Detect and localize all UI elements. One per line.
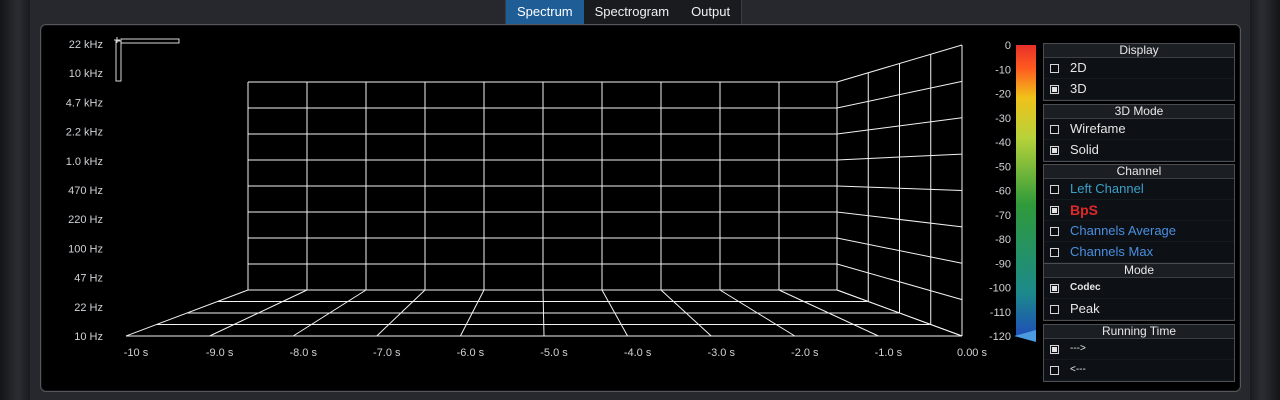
display-group-title: Display: [1044, 44, 1234, 58]
checkbox-icon[interactable]: [1050, 64, 1059, 73]
db-tick-label: 0: [1005, 40, 1011, 52]
option-left-channel[interactable]: Left Channel: [1044, 179, 1234, 200]
time-tick-label: -5.0 s: [540, 347, 568, 359]
option-label: Channels Max: [1070, 244, 1154, 259]
frequency-tick-label: 47 Hz: [74, 273, 103, 285]
option-label: Codec: [1070, 282, 1101, 293]
option-label: Solid: [1070, 142, 1099, 157]
level-meter-bar: [1016, 45, 1036, 336]
option-backward[interactable]: <---: [1044, 360, 1234, 381]
option-wireframe[interactable]: Wirefame: [1044, 119, 1234, 140]
frequency-axis: 22 kHz 10 kHz 4.7 kHz 2.2 kHz 1.0 kHz 470 Hz 2…: [66, 39, 103, 343]
db-tick-label: -70: [995, 210, 1011, 222]
option-label: --->: [1070, 343, 1086, 354]
option-codec[interactable]: Codec: [1044, 278, 1234, 299]
option-label: Left Channel: [1070, 181, 1144, 196]
running-time-group-title: Running Time: [1044, 325, 1234, 339]
option-solid[interactable]: Solid: [1044, 140, 1234, 161]
time-tick-label: -6.0 s: [457, 347, 485, 359]
option-label: Channels Average: [1070, 223, 1177, 238]
frequency-tick-label: 10 Hz: [74, 331, 103, 343]
db-tick-label: -100: [989, 283, 1011, 295]
db-tick-label: -110: [990, 307, 1011, 319]
checkbox-icon[interactable]: [1050, 146, 1059, 155]
running-time-group: Running Time ---> <---: [1043, 324, 1235, 382]
option-label: Wirefame: [1070, 121, 1126, 136]
frequency-tick-label: 220 Hz: [68, 214, 103, 226]
db-tick-label: -30: [995, 113, 1011, 125]
checkbox-icon[interactable]: [1050, 305, 1059, 314]
view-cursor-icon[interactable]: [114, 37, 180, 82]
checkbox-icon[interactable]: [1050, 366, 1059, 375]
time-tick-label: -2.0 s: [791, 347, 819, 359]
checkbox-icon[interactable]: [1050, 345, 1059, 354]
option-channels-max[interactable]: Channels Max: [1044, 242, 1234, 263]
frequency-tick-label: 10 kHz: [69, 68, 103, 80]
frequency-tick-label: 1.0 kHz: [66, 156, 103, 168]
mode-group-title: Mode: [1044, 264, 1234, 278]
db-tick-label: -20: [995, 89, 1011, 101]
db-tick-label: -60: [995, 186, 1011, 198]
display-group: Display 2D 3D: [1043, 43, 1235, 101]
option-bps[interactable]: BpS: [1044, 200, 1234, 221]
checkbox-icon[interactable]: [1050, 85, 1059, 94]
channel-group-title: Channel: [1044, 165, 1234, 179]
time-tick-label: -4.0 s: [624, 347, 652, 359]
db-tick-label: -120: [989, 331, 1011, 343]
frequency-tick-label: 22 kHz: [69, 39, 103, 51]
checkbox-icon[interactable]: [1050, 227, 1059, 236]
time-axis: -10 s -9.0 s -8.0 s -7.0 s -6.0 s -5.0 s -4.0 …: [124, 347, 988, 359]
option-3d[interactable]: 3D: [1044, 79, 1234, 100]
time-tick-label: -8.0 s: [289, 347, 317, 359]
plot-grid: [125, 44, 963, 337]
frequency-tick-label: 22 Hz: [74, 302, 103, 314]
checkbox-icon[interactable]: [1050, 206, 1059, 215]
time-tick-label: 0.00 s: [957, 347, 987, 359]
3d-mode-group-title: 3D Mode: [1044, 105, 1234, 119]
db-tick-label: -10: [995, 64, 1011, 76]
db-tick-label: -50: [995, 161, 1011, 173]
checkbox-icon[interactable]: [1050, 125, 1059, 134]
option-label: 3D: [1070, 81, 1087, 96]
checkbox-icon[interactable]: [1050, 284, 1059, 293]
frequency-tick-label: 470 Hz: [68, 185, 103, 197]
time-tick-label: -10 s: [124, 347, 149, 359]
mode-group: Mode Codec Peak: [1043, 263, 1235, 321]
frequency-tick-label: 100 Hz: [68, 243, 103, 255]
3d-mode-group: 3D Mode Wirefame Solid: [1043, 104, 1235, 162]
time-tick-label: -9.0 s: [206, 347, 234, 359]
level-meter: 0 -10 -20 -30 -40 -50 -60 -70 -80 -90 -100 -110 -120: [989, 40, 1036, 343]
time-tick-label: -7.0 s: [373, 347, 401, 359]
option-peak[interactable]: Peak: [1044, 299, 1234, 320]
db-tick-label: -40: [995, 137, 1011, 149]
option-label: <---: [1070, 364, 1086, 375]
option-label: BpS: [1070, 202, 1098, 218]
checkbox-icon[interactable]: [1050, 185, 1059, 194]
channel-group: Channel Left Channel BpS Channels Averag…: [1043, 164, 1235, 264]
option-label: 2D: [1070, 60, 1087, 75]
checkbox-icon[interactable]: [1050, 248, 1059, 257]
option-channels-average[interactable]: Channels Average: [1044, 221, 1234, 242]
option-forward[interactable]: --->: [1044, 339, 1234, 360]
time-tick-label: -1.0 s: [875, 347, 903, 359]
option-label: Peak: [1070, 301, 1100, 316]
time-tick-label: -3.0 s: [707, 347, 735, 359]
frequency-tick-label: 2.2 kHz: [66, 127, 103, 139]
frequency-tick-label: 4.7 kHz: [66, 97, 103, 109]
option-2d[interactable]: 2D: [1044, 58, 1234, 79]
db-tick-label: -80: [995, 234, 1011, 246]
db-tick-label: -90: [995, 258, 1011, 270]
